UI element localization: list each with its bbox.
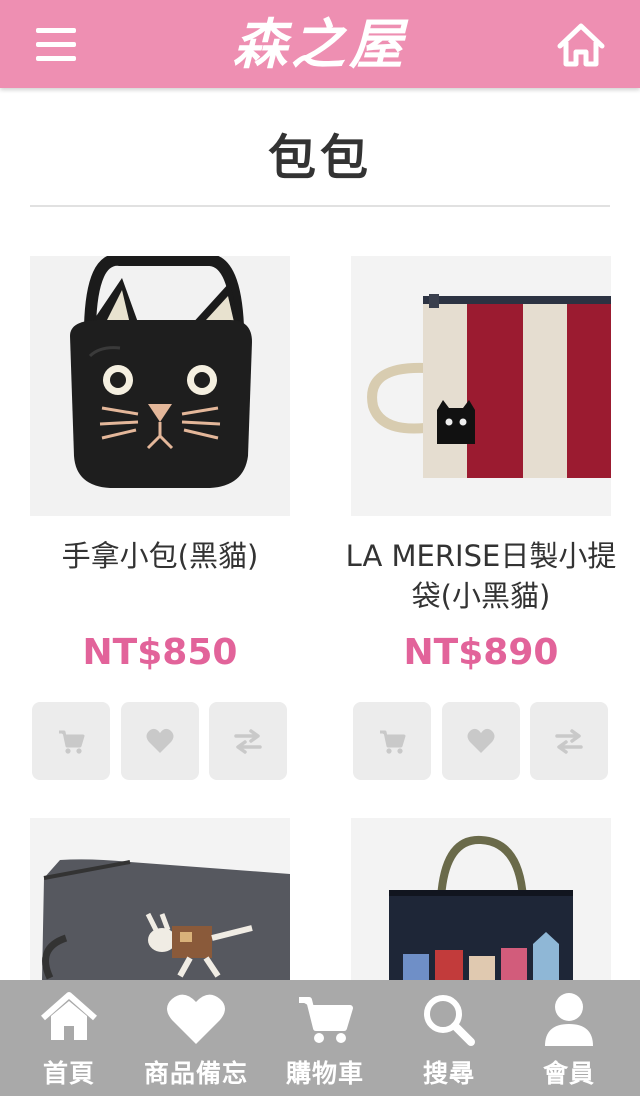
heart-icon bbox=[146, 728, 174, 753]
page: 森之屋 包包 手拿小包(黑貓) NT$850 LA MERISE日製小提袋(小黑… bbox=[0, 0, 640, 1096]
bottom-navigation: 首頁 商品備忘 購物車 搜尋 會員 bbox=[0, 980, 640, 1096]
nav-member-label: 會員 bbox=[542, 1059, 595, 1088]
navy-house-tote-image bbox=[351, 818, 611, 980]
product-actions bbox=[353, 702, 611, 780]
heart-icon bbox=[167, 994, 225, 1044]
page-title: 包包 bbox=[267, 130, 372, 186]
compare-arrows-icon bbox=[234, 729, 262, 754]
compare-button[interactable] bbox=[209, 702, 287, 780]
product-name[interactable]: LA MERISE日製小提袋(小黑貓) bbox=[341, 536, 621, 616]
home-icon bbox=[41, 992, 97, 1040]
product-image[interactable] bbox=[30, 818, 290, 980]
home-button[interactable] bbox=[556, 22, 606, 68]
nav-home-label: 首頁 bbox=[42, 1059, 95, 1088]
add-to-wishlist-button[interactable] bbox=[442, 702, 520, 780]
grey-pouch-image bbox=[30, 818, 290, 980]
title-divider bbox=[30, 205, 610, 207]
black-cat-clutch-image bbox=[30, 256, 290, 516]
user-icon bbox=[545, 993, 593, 1046]
add-to-cart-button[interactable] bbox=[32, 702, 110, 780]
hamburger-menu-icon-line bbox=[36, 56, 76, 61]
nav-cart-label: 購物車 bbox=[285, 1059, 364, 1088]
nav-wishlist[interactable]: 商品備忘 bbox=[132, 980, 260, 1096]
product-price: NT$850 bbox=[82, 632, 238, 673]
compare-arrows-icon bbox=[555, 729, 583, 754]
top-header: 森之屋 bbox=[0, 0, 640, 88]
add-to-cart-button[interactable] bbox=[353, 702, 431, 780]
product-image[interactable] bbox=[30, 256, 290, 516]
add-to-wishlist-button[interactable] bbox=[121, 702, 199, 780]
nav-cart[interactable]: 購物車 bbox=[270, 980, 380, 1096]
search-icon bbox=[424, 995, 475, 1046]
nav-home[interactable]: 首頁 bbox=[14, 980, 124, 1096]
cart-icon bbox=[299, 997, 353, 1043]
hamburger-menu-icon bbox=[36, 28, 76, 33]
product-name[interactable]: 手拿小包(黑貓) bbox=[20, 536, 300, 576]
store-logo[interactable]: 森之屋 bbox=[220, 6, 420, 82]
compare-button[interactable] bbox=[530, 702, 608, 780]
nav-search[interactable]: 搜尋 bbox=[394, 980, 504, 1096]
cart-icon bbox=[380, 730, 406, 754]
product-price: NT$890 bbox=[403, 632, 559, 673]
striped-tote-image bbox=[351, 256, 611, 516]
product-actions bbox=[32, 702, 290, 780]
home-outline-icon bbox=[557, 23, 605, 67]
heart-icon bbox=[467, 728, 495, 753]
cart-icon bbox=[59, 730, 85, 754]
hamburger-menu-icon-line bbox=[36, 42, 76, 47]
product-image[interactable] bbox=[351, 818, 611, 980]
menu-button[interactable] bbox=[36, 26, 78, 62]
nav-wishlist-label: 商品備忘 bbox=[143, 1059, 248, 1088]
product-image[interactable] bbox=[351, 256, 611, 516]
nav-member[interactable]: 會員 bbox=[514, 980, 624, 1096]
nav-search-label: 搜尋 bbox=[422, 1059, 475, 1088]
